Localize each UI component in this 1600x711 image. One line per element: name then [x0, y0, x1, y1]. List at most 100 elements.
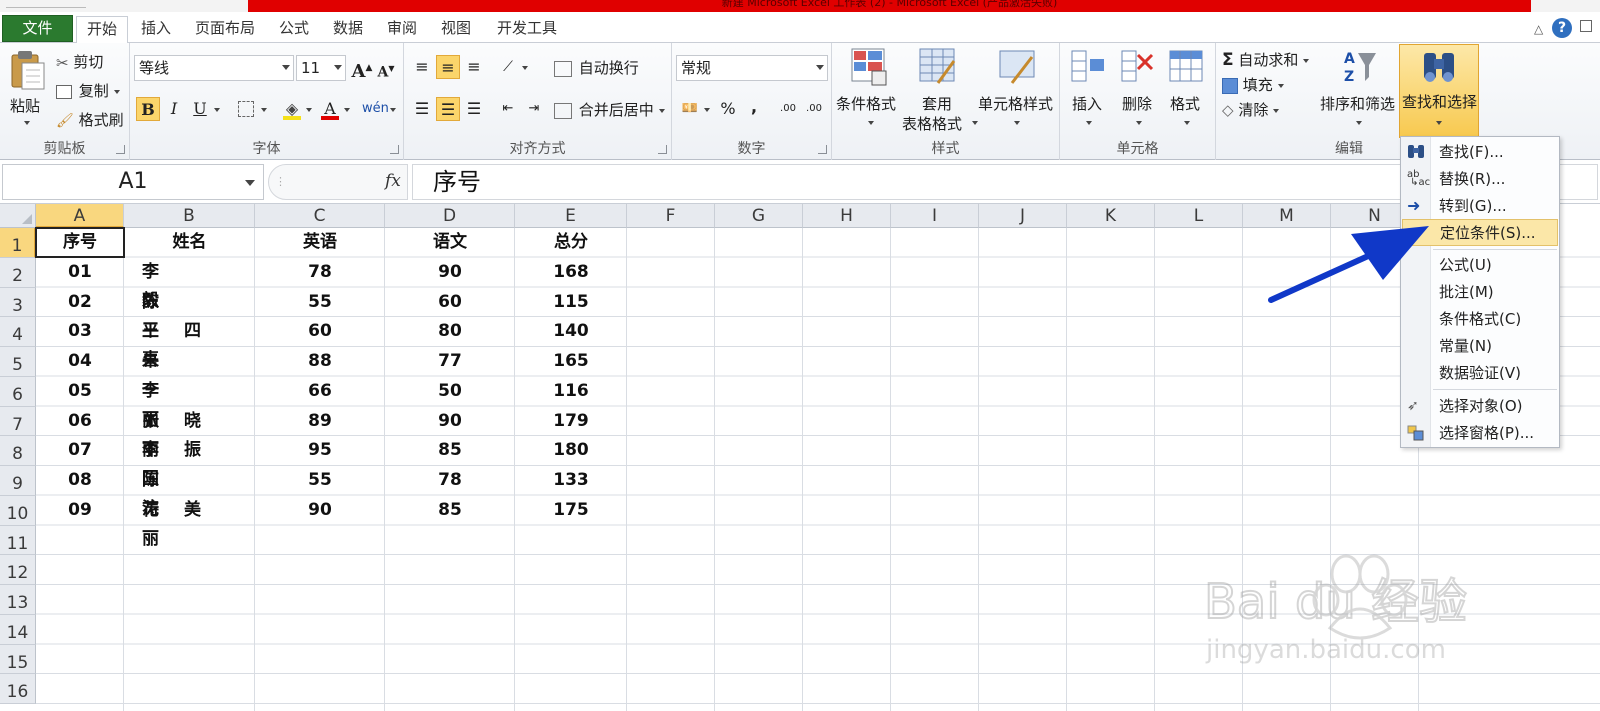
- id-cell[interactable]: 04: [36, 347, 124, 376]
- autosum-dropdown-icon[interactable]: [1303, 58, 1310, 63]
- english-score-cell[interactable]: 89: [255, 407, 385, 436]
- clear-button[interactable]: ◇ 清除: [1222, 99, 1280, 120]
- name-cell[interactable]: 李毅: [124, 258, 255, 311]
- english-score-cell[interactable]: 55: [255, 288, 385, 317]
- format-painter-button[interactable]: 🖌 格式刷: [56, 109, 124, 130]
- accounting-dropdown-icon[interactable]: [704, 108, 710, 112]
- header-cell[interactable]: 语文: [385, 228, 515, 257]
- font-dialog-launcher[interactable]: [390, 145, 399, 154]
- tab-file[interactable]: 文件: [2, 15, 73, 42]
- chinese-score-cell[interactable]: 78: [385, 466, 515, 495]
- menu-item-constants[interactable]: 常量(N): [1402, 333, 1558, 360]
- decrease-indent-button[interactable]: ⇤: [496, 97, 520, 121]
- row-header-3[interactable]: 3: [0, 287, 36, 318]
- help-icon[interactable]: ?: [1552, 18, 1572, 38]
- percent-button[interactable]: %: [716, 97, 740, 121]
- row-header-8[interactable]: 8: [0, 436, 36, 466]
- merge-center-dropdown-icon[interactable]: [658, 108, 665, 113]
- id-cell[interactable]: 09: [36, 496, 124, 525]
- quick-access-toolbar[interactable]: [6, 0, 86, 8]
- align-middle-button[interactable]: ≡: [436, 55, 460, 79]
- underline-button[interactable]: U: [188, 97, 212, 121]
- column-header-I[interactable]: I: [891, 204, 979, 228]
- total-score-cell[interactable]: 140: [515, 317, 627, 346]
- name-cell[interactable]: 李振国: [124, 436, 255, 489]
- fill-color-button[interactable]: ◈: [280, 97, 304, 121]
- chinese-score-cell[interactable]: 90: [385, 258, 515, 287]
- font-color-dropdown-icon[interactable]: [344, 108, 350, 112]
- row-header-9[interactable]: 9: [0, 466, 36, 496]
- header-cell[interactable]: 总分: [515, 228, 627, 257]
- id-cell[interactable]: 07: [36, 436, 124, 465]
- column-header-K[interactable]: K: [1067, 204, 1155, 228]
- row-header-10[interactable]: 10: [0, 495, 36, 526]
- paste-button[interactable]: 粘贴: [6, 47, 50, 133]
- row-header-11[interactable]: 11: [0, 525, 36, 556]
- total-score-cell[interactable]: 133: [515, 466, 627, 495]
- border-dropdown-icon[interactable]: [261, 108, 267, 112]
- column-header-B[interactable]: B: [124, 204, 255, 228]
- increase-decimal-button[interactable]: .00: [776, 97, 800, 121]
- column-header-C[interactable]: C: [255, 204, 385, 228]
- fill-dropdown-icon[interactable]: [1277, 83, 1284, 88]
- shrink-font-button[interactable]: A▼: [374, 56, 398, 81]
- delete-cells-button[interactable]: 删除: [1116, 47, 1162, 133]
- id-cell[interactable]: 02: [36, 288, 124, 317]
- total-score-cell[interactable]: 179: [515, 407, 627, 436]
- row-header-15[interactable]: 15: [0, 644, 36, 675]
- copy-dropdown-icon[interactable]: [113, 89, 120, 94]
- id-cell[interactable]: 08: [36, 466, 124, 495]
- tab-developer[interactable]: 开发工具: [490, 16, 564, 43]
- cut-button[interactable]: ✂ 剪切: [56, 51, 103, 72]
- name-box[interactable]: A1: [2, 164, 264, 200]
- minimize-ribbon-icon[interactable]: △: [1534, 22, 1543, 36]
- name-cell[interactable]: 陈涛: [124, 466, 255, 519]
- column-header-H[interactable]: H: [803, 204, 891, 228]
- menu-item-replace[interactable]: ab ↳ac 替换(R)...: [1402, 166, 1558, 193]
- row-header-2[interactable]: 2: [0, 257, 36, 288]
- row-header-16[interactable]: 16: [0, 674, 36, 704]
- row-header-13[interactable]: 13: [0, 585, 36, 615]
- name-cell[interactable]: 王四喜: [124, 317, 255, 370]
- english-score-cell[interactable]: 60: [255, 317, 385, 346]
- phonetic-dropdown-icon[interactable]: [390, 108, 396, 112]
- font-size-combo[interactable]: 11: [296, 55, 346, 81]
- underline-dropdown-icon[interactable]: [214, 108, 220, 112]
- fill-color-dropdown-icon[interactable]: [306, 108, 312, 112]
- decrease-decimal-button[interactable]: .00: [802, 97, 826, 121]
- total-score-cell[interactable]: 115: [515, 288, 627, 317]
- orientation-button[interactable]: ⟋: [496, 55, 520, 79]
- paste-dropdown-icon[interactable]: [24, 121, 30, 125]
- name-cell[interactable]: 花 美丽: [124, 496, 255, 549]
- font-color-button[interactable]: A: [318, 97, 342, 121]
- english-score-cell[interactable]: 55: [255, 466, 385, 495]
- chinese-score-cell[interactable]: 60: [385, 288, 515, 317]
- name-cell[interactable]: 张晓丽: [124, 407, 255, 460]
- tab-view[interactable]: 视图: [434, 16, 478, 43]
- menu-item-find[interactable]: 查找(F)...: [1402, 139, 1558, 166]
- total-score-cell[interactable]: 180: [515, 436, 627, 465]
- font-name-combo[interactable]: 等线: [134, 55, 294, 81]
- alignment-dialog-launcher[interactable]: [658, 145, 667, 154]
- align-left-button[interactable]: ☰: [410, 97, 434, 121]
- number-dialog-launcher[interactable]: [818, 145, 827, 154]
- tab-review[interactable]: 审阅: [380, 16, 424, 43]
- copy-button[interactable]: 复制: [56, 80, 120, 101]
- column-header-J[interactable]: J: [979, 204, 1067, 228]
- id-cell[interactable]: 03: [36, 317, 124, 346]
- cell-styles-button[interactable]: 单元格样式: [978, 47, 1058, 133]
- fill-button[interactable]: 填充: [1222, 74, 1284, 95]
- id-cell[interactable]: 05: [36, 377, 124, 406]
- accounting-format-button[interactable]: 💴: [678, 97, 702, 121]
- italic-button[interactable]: I: [162, 97, 186, 121]
- header-cell[interactable]: 英语: [255, 228, 385, 257]
- align-top-button[interactable]: ≡: [410, 55, 434, 79]
- total-score-cell[interactable]: 175: [515, 496, 627, 525]
- chinese-score-cell[interactable]: 80: [385, 317, 515, 346]
- insert-cells-button[interactable]: 插入: [1066, 47, 1112, 133]
- column-header-G[interactable]: G: [715, 204, 803, 228]
- menu-item-data-validation[interactable]: 数据验证(V): [1402, 360, 1558, 387]
- header-cell[interactable]: 姓名: [124, 228, 255, 257]
- menu-item-goto[interactable]: ➜ 转到(G)...: [1402, 193, 1558, 220]
- name-cell[interactable]: 朱一: [124, 347, 255, 400]
